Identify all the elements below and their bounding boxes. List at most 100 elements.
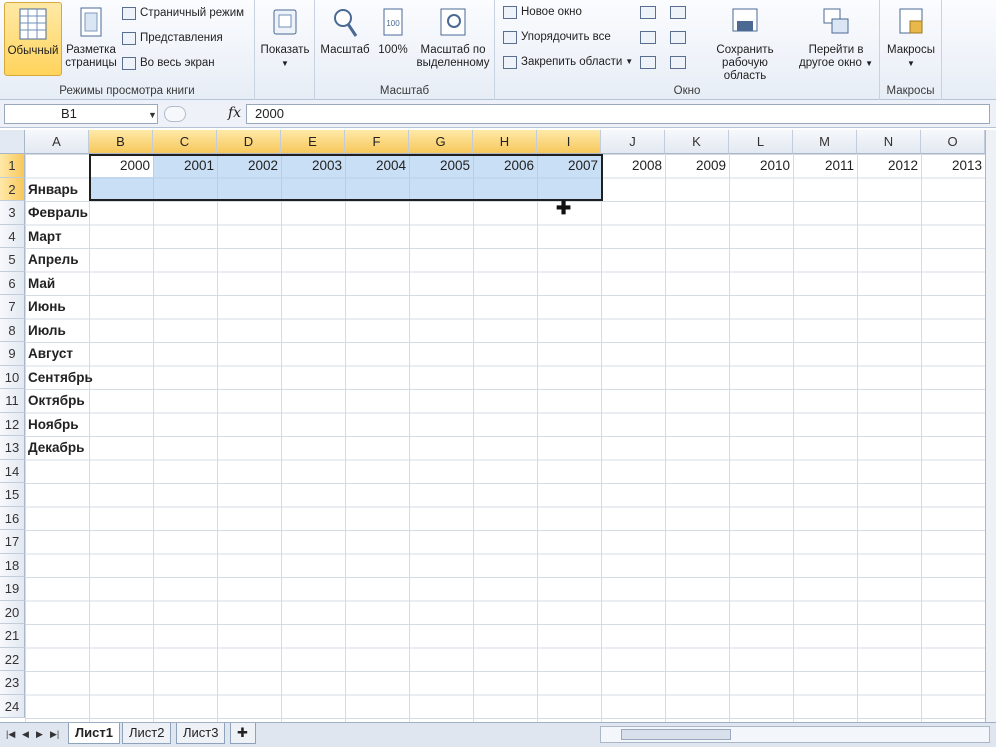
full-screen-button[interactable]: Во весь экран — [122, 54, 215, 72]
column-header[interactable]: B — [89, 130, 153, 154]
insert-sheet-icon[interactable]: ✚ — [230, 723, 256, 744]
row-header[interactable]: 1 — [0, 154, 25, 178]
column-header[interactable]: I — [537, 130, 601, 154]
column-header[interactable]: A — [25, 130, 89, 154]
row-header[interactable]: 10 — [0, 365, 25, 389]
sheet-tab-1[interactable]: Лист1 — [68, 723, 120, 744]
view-side-by-side-icon[interactable] — [670, 6, 686, 19]
horizontal-scrollbar[interactable] — [600, 726, 990, 743]
zoom-100-button[interactable]: 100 100% — [373, 6, 413, 66]
month-cell[interactable]: Июнь — [25, 295, 69, 319]
zoom-button[interactable]: Масштаб — [318, 6, 372, 66]
row-header[interactable]: 2 — [0, 177, 25, 201]
macros-button[interactable]: Макросы ▼ — [883, 6, 939, 76]
formula-input[interactable]: 2000 — [246, 104, 990, 124]
insert-function-icon[interactable]: fx — [228, 105, 241, 121]
vertical-scrollbar[interactable] — [985, 130, 996, 722]
row-header[interactable]: 8 — [0, 318, 25, 342]
month-cell[interactable]: Февраль — [25, 201, 91, 225]
year-cell[interactable]: 2006 — [473, 154, 537, 178]
month-cell[interactable]: Март — [25, 225, 65, 249]
column-header[interactable]: N — [857, 130, 921, 154]
year-cell[interactable]: 2008 — [601, 154, 665, 178]
month-cell[interactable]: Октябрь — [25, 389, 88, 413]
column-header[interactable]: D — [217, 130, 281, 154]
column-header[interactable]: H — [473, 130, 537, 154]
new-window-button[interactable]: Новое окно — [503, 3, 582, 21]
formula-bar-resize-handle[interactable] — [164, 106, 186, 122]
row-header[interactable]: 16 — [0, 506, 25, 530]
save-workspace-button[interactable]: Сохранить рабочую область — [700, 6, 790, 82]
first-sheet-icon[interactable]: |◀ — [6, 729, 15, 740]
custom-views-button[interactable]: Представления — [122, 29, 223, 47]
last-sheet-icon[interactable]: ▶| — [50, 729, 59, 740]
page-break-preview-button[interactable]: Страничный режим — [122, 4, 244, 22]
column-header[interactable]: O — [921, 130, 985, 154]
year-cell[interactable]: 2009 — [665, 154, 729, 178]
month-cell[interactable]: Июль — [25, 319, 69, 343]
year-cell[interactable]: 2003 — [281, 154, 345, 178]
column-header[interactable]: G — [409, 130, 473, 154]
arrange-all-button[interactable]: Упорядочить все — [503, 28, 611, 46]
year-cell[interactable]: 2012 — [857, 154, 921, 178]
hide-icon[interactable] — [640, 31, 656, 44]
horizontal-scroll-thumb[interactable] — [621, 729, 731, 740]
year-cell[interactable]: 2001 — [153, 154, 217, 178]
row-header[interactable]: 24 — [0, 694, 25, 718]
name-box[interactable]: B1 — [4, 104, 158, 124]
row-header[interactable]: 9 — [0, 342, 25, 366]
column-header[interactable]: E — [281, 130, 345, 154]
reset-position-icon[interactable] — [670, 56, 686, 69]
row-header[interactable]: 14 — [0, 459, 25, 483]
cell-area[interactable] — [25, 154, 985, 722]
sync-scroll-icon[interactable] — [670, 31, 686, 44]
row-header[interactable]: 22 — [0, 647, 25, 671]
row-header[interactable]: 5 — [0, 248, 25, 272]
year-cell[interactable]: 2005 — [409, 154, 473, 178]
row-header[interactable]: 20 — [0, 600, 25, 624]
row-header[interactable]: 6 — [0, 271, 25, 295]
row-header[interactable]: 7 — [0, 295, 25, 319]
year-cell[interactable]: 2011 — [793, 154, 857, 178]
show-button[interactable]: Показать ▼ — [258, 6, 312, 76]
split-icon[interactable] — [640, 6, 656, 19]
row-header[interactable]: 13 — [0, 436, 25, 460]
month-cell[interactable]: Январь — [25, 178, 81, 202]
select-all-corner[interactable] — [0, 130, 25, 154]
zoom-to-selection-button[interactable]: Масштаб по выделенному — [415, 6, 491, 76]
column-header[interactable]: M — [793, 130, 857, 154]
month-cell[interactable]: Апрель — [25, 248, 82, 272]
month-cell[interactable]: Май — [25, 272, 58, 296]
month-cell[interactable]: Август — [25, 342, 76, 366]
next-sheet-icon[interactable]: ▶ — [36, 729, 43, 740]
row-header[interactable]: 15 — [0, 483, 25, 507]
month-cell[interactable]: Декабрь — [25, 436, 87, 460]
year-cell[interactable]: 2004 — [345, 154, 409, 178]
normal-view-button[interactable]: Обычный — [4, 2, 62, 76]
row-header[interactable]: 12 — [0, 412, 25, 436]
unhide-icon[interactable] — [640, 56, 656, 69]
column-header[interactable]: J — [601, 130, 665, 154]
worksheet-grid[interactable]: ABCDEFGHIJKLMNO 1 2 3 4 5 6 7 8 9 10 11 12 13 14 15 16 1… — [0, 130, 985, 722]
freeze-panes-button[interactable]: Закрепить области ▼ — [503, 53, 633, 71]
year-cell[interactable]: 2007 — [537, 154, 601, 178]
row-header[interactable]: 17 — [0, 530, 25, 554]
year-cell[interactable]: 2010 — [729, 154, 793, 178]
year-cell[interactable]: 2002 — [217, 154, 281, 178]
row-header[interactable]: 23 — [0, 671, 25, 695]
name-box-dropdown-icon[interactable]: ▼ — [148, 110, 157, 120]
year-cell[interactable]: 2013 — [921, 154, 985, 178]
switch-windows-button[interactable]: Перейти в другое окно ▼ — [795, 6, 877, 76]
column-header[interactable]: L — [729, 130, 793, 154]
column-header[interactable]: K — [665, 130, 729, 154]
row-header[interactable]: 19 — [0, 577, 25, 601]
row-header[interactable]: 3 — [0, 201, 25, 225]
page-layout-button[interactable]: Разметка страницы — [63, 6, 119, 76]
row-header[interactable]: 21 — [0, 624, 25, 648]
column-header[interactable]: F — [345, 130, 409, 154]
sheet-tab-2[interactable]: Лист2 — [122, 723, 172, 744]
month-cell[interactable]: Сентябрь — [25, 366, 96, 390]
row-header[interactable]: 4 — [0, 224, 25, 248]
month-cell[interactable]: Ноябрь — [25, 413, 82, 437]
year-cell[interactable]: 2000 — [89, 154, 153, 178]
